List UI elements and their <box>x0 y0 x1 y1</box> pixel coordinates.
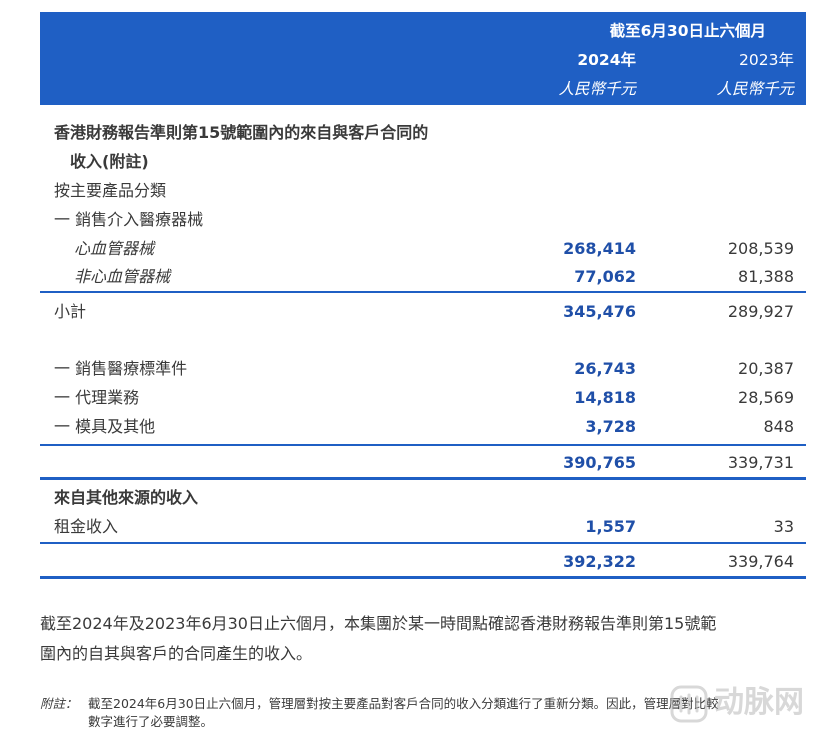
total-2023: 339,731 <box>727 453 794 472</box>
divider <box>40 444 806 446</box>
divider-thick <box>40 477 806 480</box>
divider <box>40 542 806 544</box>
value-2023-standard-parts: 20,387 <box>738 359 794 378</box>
value-2023-rental: 33 <box>773 517 794 536</box>
row-label-rental: 租金收入 <box>54 517 119 536</box>
row-label-non-cardiovascular: 非心血管器械 <box>74 267 171 286</box>
year-2023-label: 2023年 <box>739 51 794 69</box>
row-label-agency: 一 代理業務 <box>54 388 140 407</box>
subtotal-label: 小計 <box>54 302 87 321</box>
row-label-standard-parts: 一 銷售醫療標準件 <box>54 359 188 378</box>
value-2024-non-cardiovascular: 77,062 <box>574 267 636 286</box>
value-2024-standard-parts: 26,743 <box>574 359 636 378</box>
divider <box>40 291 806 293</box>
value-2024-agency: 14,818 <box>574 388 636 407</box>
divider-thick <box>40 576 806 579</box>
value-2024-molds-other: 3,728 <box>585 417 636 436</box>
total-2024: 390,765 <box>563 453 636 472</box>
value-2023-molds-other: 848 <box>763 417 794 436</box>
subtotal-2023: 289,927 <box>727 302 794 321</box>
value-2024-cardiovascular: 268,414 <box>563 239 636 258</box>
unit-2023-label: 人民幣千元 <box>716 80 794 98</box>
group-label-interventional: 一 銷售介入醫療器械 <box>54 210 204 229</box>
section1-title: 香港財務報告準則第15號範圍內的來自與客戶合同的 <box>54 123 429 142</box>
table-header: 截至6月30日止六個月 2024年 2023年 人民幣千元 人民幣千元 <box>40 12 806 105</box>
footnote-line: 數字進行了必要調整。 <box>88 714 214 729</box>
section1-subtitle: 按主要產品分類 <box>54 181 167 200</box>
grand-total-2024: 392,322 <box>563 552 636 571</box>
note-paragraph: 截至2024年及2023年6月30日止六個月，本集團於某一時間點確認香港財務報告… <box>40 609 810 669</box>
value-2023-cardiovascular: 208,539 <box>727 239 794 258</box>
note-line: 截至2024年及2023年6月30日止六個月，本集團於某一時間點確認香港財務報告… <box>40 614 717 633</box>
value-2023-agency: 28,569 <box>738 388 794 407</box>
grand-total-2023: 339,764 <box>727 552 794 571</box>
unit-2024-label: 人民幣千元 <box>558 80 636 98</box>
note-line: 圍內的自其與客戶的合同產生的收入。 <box>40 644 313 663</box>
footnote-line: 截至2024年6月30日止六個月，管理層對按主要產品對客戶合同的收入分類進行了重… <box>88 696 719 711</box>
period-label: 截至6月30日止六個月 <box>609 22 766 40</box>
row-label-cardiovascular: 心血管器械 <box>74 239 155 258</box>
year-2024-label: 2024年 <box>577 51 636 69</box>
value-2023-non-cardiovascular: 81,388 <box>738 267 794 286</box>
section1-title-cont: 收入(附註) <box>70 152 149 171</box>
section2-title: 來自其他來源的收入 <box>54 488 199 507</box>
watermark-text: 动脉网 <box>714 685 804 720</box>
value-2024-rental: 1,557 <box>585 517 636 536</box>
row-label-molds-other: 一 模具及其他 <box>54 417 156 436</box>
subtotal-2024: 345,476 <box>563 302 636 321</box>
footnote-label: 附註： <box>40 696 78 711</box>
